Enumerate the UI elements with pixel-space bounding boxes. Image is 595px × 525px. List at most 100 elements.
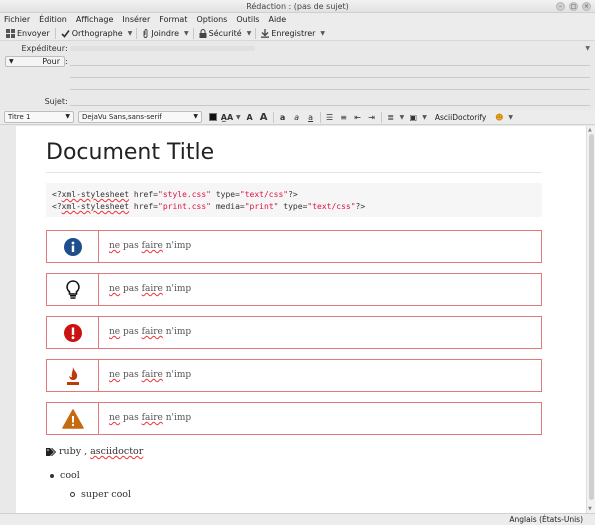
outdent-button[interactable]: ⇤ [351, 111, 365, 123]
menu-outils[interactable]: Outils [236, 13, 259, 26]
status-bar: Anglais (États-Unis) [0, 513, 595, 525]
editor-scrollbar[interactable]: ▲ ▼ [586, 126, 595, 513]
text-color-swatch [209, 113, 217, 121]
numbered-list-button[interactable]: ≡ [337, 111, 351, 123]
toolbar-separator [54, 27, 56, 39]
list-item: cool [50, 470, 80, 481]
outdent-icon: ⇤ [354, 112, 361, 122]
save-button[interactable]: Enregistrer [258, 27, 318, 40]
chevron-down-icon: ▼ [585, 45, 590, 52]
indent-button[interactable]: ⇥ [365, 111, 379, 123]
admonition-text: ne pas faire n'imp [109, 413, 192, 423]
to-colon: : [65, 57, 68, 66]
toolbar-separator [255, 27, 257, 39]
font-select[interactable]: DejaVu Sans,sans-serif ▼ [78, 111, 202, 123]
subject-field[interactable] [70, 96, 590, 106]
from-label: Expéditeur [21, 44, 65, 53]
menu-format[interactable]: Format [159, 13, 187, 26]
chevron-down-icon: ▼ [9, 58, 14, 65]
attach-dropdown-icon[interactable]: ▼ [182, 30, 191, 37]
font-size-dropdown-icon[interactable]: ▼ [234, 114, 243, 121]
send-button[interactable]: Envoyer [3, 27, 53, 40]
menu-affichage[interactable]: Affichage [76, 13, 114, 26]
recipient-field[interactable] [70, 68, 590, 78]
paragraph-style-select[interactable]: Titre 1 ▼ [4, 111, 74, 123]
underline-button[interactable]: a [304, 111, 318, 123]
align-left-icon: ≣ [387, 112, 394, 122]
save-dropdown-icon[interactable]: ▼ [318, 30, 327, 37]
smaller-text-button[interactable]: A [243, 111, 257, 123]
recipient-row [0, 80, 595, 91]
insert-dropdown-icon[interactable]: ▼ [420, 114, 429, 121]
emoji-button[interactable]: ☻ [492, 111, 506, 123]
recipient-type-select[interactable]: ▼ Pour [5, 56, 65, 67]
window-title: Rédaction : (pas de sujet) [246, 2, 349, 11]
spellcheck-language[interactable]: Anglais (États-Unis) [509, 514, 583, 525]
tag-asciidoctor: asciidoctor [90, 446, 144, 457]
text-color-button[interactable] [206, 111, 220, 123]
to-field[interactable] [70, 56, 590, 66]
message-header: Expéditeur : ▼ ▼ Pour : Sujet : [0, 41, 595, 110]
scroll-down-icon[interactable]: ▼ [588, 506, 592, 512]
caution-flame-icon [66, 366, 79, 385]
minimize-icon[interactable]: – [556, 2, 565, 11]
font-value: DejaVu Sans,sans-serif [82, 113, 162, 121]
admonition-note: ne pas faire n'imp [46, 230, 542, 263]
compose-toolbar: Envoyer Orthographe ▼ Joindre ▼ Sécurité… [0, 26, 595, 41]
menu-edition[interactable]: Édition [39, 13, 67, 26]
admonition-caution: ne pas faire n'imp [46, 359, 542, 392]
smiley-icon: ☻ [495, 112, 504, 122]
recipient-field[interactable] [70, 80, 590, 90]
bold-button[interactable]: a [276, 111, 290, 123]
from-row: Expéditeur : ▼ [0, 43, 595, 54]
italic-icon: a [294, 112, 300, 122]
from-select[interactable]: ▼ [70, 44, 590, 53]
menu-inserer[interactable]: Insérer [122, 13, 150, 26]
list-subitem: super cool [70, 489, 131, 500]
maximize-icon[interactable]: □ [569, 2, 578, 11]
admonition-text: ne pas faire n'imp [109, 284, 192, 294]
spelling-dropdown-icon[interactable]: ▼ [126, 30, 135, 37]
chevron-down-icon: ▼ [193, 113, 198, 120]
indent-icon: ⇥ [368, 112, 375, 122]
save-label: Enregistrer [271, 28, 316, 38]
font-size-icon: A̲A [220, 112, 234, 122]
title-divider [46, 172, 542, 173]
admonition-tip: ne pas faire n'imp [46, 273, 542, 306]
lightbulb-icon [65, 279, 80, 299]
font-size-button[interactable]: A̲A [220, 111, 234, 123]
attach-button[interactable]: Joindre [139, 27, 182, 40]
larger-text-icon: A [259, 111, 268, 123]
spelling-button[interactable]: Orthographe [58, 27, 126, 40]
toolbar-separator [272, 111, 274, 123]
security-label: Sécurité [208, 28, 242, 38]
toolbar-separator [192, 27, 194, 39]
scroll-thumb[interactable] [589, 134, 594, 500]
bullet-list-icon: ☰ [326, 112, 334, 122]
code-line: <?xml-stylesheet href="print.css" media=… [52, 202, 366, 211]
align-dropdown-icon[interactable]: ▼ [398, 114, 407, 121]
asciidoctorify-button[interactable]: AsciiDoctorify [435, 113, 486, 122]
menu-fichier[interactable]: Fichier [4, 13, 30, 26]
admonition-text: ne pas faire n'imp [109, 370, 192, 380]
insert-image-button[interactable]: ▣ [406, 111, 420, 123]
admonition-text: ne pas faire n'imp [109, 241, 192, 251]
close-icon[interactable]: × [582, 2, 591, 11]
scroll-up-icon[interactable]: ▲ [588, 127, 592, 133]
menu-options[interactable]: Options [196, 13, 227, 26]
menu-aide[interactable]: Aide [268, 13, 286, 26]
bullet-list-button[interactable]: ☰ [323, 111, 337, 123]
underline-icon: a [308, 112, 314, 122]
send-label: Envoyer [17, 28, 50, 38]
security-button[interactable]: Sécurité [196, 27, 245, 40]
admonition-text: ne pas faire n'imp [109, 327, 192, 337]
message-body-editor[interactable]: Document Title <?xml-stylesheet href="st… [16, 126, 586, 513]
italic-button[interactable]: a [290, 111, 304, 123]
emoji-dropdown-icon[interactable]: ▼ [506, 114, 515, 121]
security-dropdown-icon[interactable]: ▼ [245, 30, 254, 37]
admonition-warning: ne pas faire n'imp [46, 402, 542, 435]
larger-text-button[interactable]: A [257, 111, 271, 123]
tag-ruby: ruby [59, 446, 82, 457]
paragraph-style-value: Titre 1 [8, 113, 31, 121]
align-button[interactable]: ≣ [384, 111, 398, 123]
